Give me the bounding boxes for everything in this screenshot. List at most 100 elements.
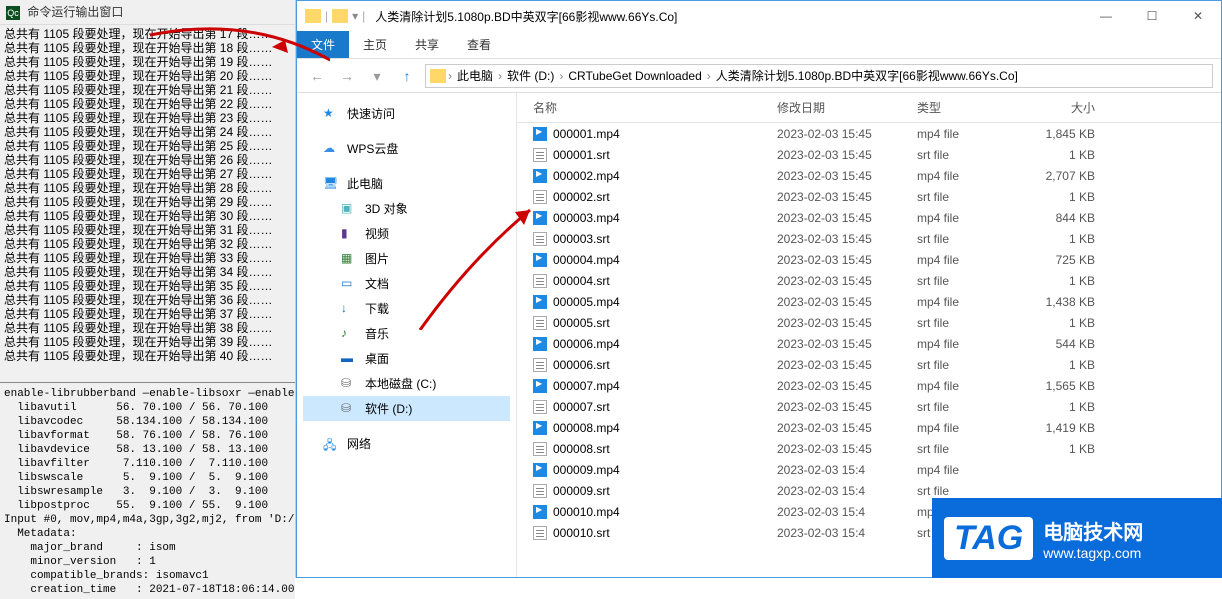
file-size: 1 KB — [1035, 274, 1115, 288]
console-line: 总共有 1105 段要处理，现在开始导出第 24 段…… — [4, 125, 291, 139]
file-type: mp4 file — [917, 379, 1035, 393]
file-row[interactable]: 000004.mp42023-02-03 15:45mp4 file725 KB — [517, 249, 1221, 270]
sidebar-item-pc[interactable]: 🖥此电脑 — [303, 171, 510, 196]
video-file-icon — [533, 505, 547, 519]
close-button[interactable]: ✕ — [1175, 1, 1221, 31]
file-date: 2023-02-03 15:45 — [777, 379, 917, 393]
file-size: 1 KB — [1035, 316, 1115, 330]
file-type: mp4 file — [917, 337, 1035, 351]
console-output[interactable]: 总共有 1105 段要处理，现在开始导出第 17 段……总共有 1105 段要处… — [0, 25, 295, 380]
crumb-drive[interactable]: 软件 (D:) — [504, 65, 557, 86]
sidebar-item-diskd[interactable]: ⛁软件 (D:) — [303, 396, 510, 421]
file-size: 725 KB — [1035, 253, 1115, 267]
sidebar-item-3d[interactable]: ▣3D 对象 — [303, 196, 510, 221]
explorer-titlebar[interactable]: | ▾ | 人类清除计划5.1080p.BD中英双字[66影视www.66Ys.… — [297, 1, 1221, 31]
sidebar-item-label: 此电脑 — [347, 175, 383, 192]
sidebar-item-diskc[interactable]: ⛁本地磁盘 (C:) — [303, 371, 510, 396]
header-size[interactable]: 大小 — [1035, 99, 1115, 116]
console-window: Qc 命令运行输出窗口 总共有 1105 段要处理，现在开始导出第 17 段……… — [0, 0, 296, 578]
watermark-label: TAG — [944, 517, 1033, 560]
subtitle-file-icon — [533, 232, 547, 246]
file-row[interactable]: 000006.srt2023-02-03 15:45srt file1 KB — [517, 354, 1221, 375]
sidebar-item-downloads[interactable]: ↓下载 — [303, 296, 510, 321]
address-bar[interactable]: › 此电脑 › 软件 (D:) › CRTubeGet Downloaded ›… — [425, 64, 1213, 88]
file-name: 000010.mp4 — [553, 505, 620, 519]
header-name[interactable]: 名称 — [517, 99, 777, 116]
header-date[interactable]: 修改日期 — [777, 99, 917, 116]
tab-home[interactable]: 主页 — [349, 31, 401, 58]
file-type: srt file — [917, 190, 1035, 204]
sidebar-item-label: 图片 — [365, 250, 389, 267]
console-titlebar[interactable]: Qc 命令运行输出窗口 — [0, 0, 295, 25]
file-row[interactable]: 000003.srt2023-02-03 15:45srt file1 KB — [517, 228, 1221, 249]
crumb-folder2[interactable]: 人类清除计划5.1080p.BD中英双字[66影视www.66Ys.Co] — [713, 65, 1021, 86]
sidebar-item-pictures[interactable]: ▦图片 — [303, 246, 510, 271]
file-name: 000004.srt — [553, 274, 610, 288]
console-line: 总共有 1105 段要处理，现在开始导出第 29 段…… — [4, 195, 291, 209]
maximize-button[interactable]: ☐ — [1129, 1, 1175, 31]
sidebar-item-label: 下载 — [365, 300, 389, 317]
subtitle-file-icon — [533, 358, 547, 372]
file-row[interactable]: 000007.mp42023-02-03 15:45mp4 file1,565 … — [517, 375, 1221, 396]
tab-file[interactable]: 文件 — [297, 31, 349, 58]
file-row[interactable]: 000007.srt2023-02-03 15:45srt file1 KB — [517, 396, 1221, 417]
folder-icon — [430, 69, 446, 83]
nav-forward-button[interactable]: → — [335, 64, 359, 88]
sidebar-item-wps[interactable]: ☁WPS云盘 — [303, 136, 510, 161]
file-name: 000009.srt — [553, 484, 610, 498]
qc-icon: Qc — [6, 6, 20, 20]
nav-back-button[interactable]: ← — [305, 64, 329, 88]
file-name: 000001.srt — [553, 148, 610, 162]
minimize-button[interactable]: — — [1083, 1, 1129, 31]
file-row[interactable]: 000002.srt2023-02-03 15:45srt file1 KB — [517, 186, 1221, 207]
nav-up-button[interactable]: ↑ — [395, 64, 419, 88]
file-type: srt file — [917, 232, 1035, 246]
tab-view[interactable]: 查看 — [453, 31, 505, 58]
subtitle-file-icon — [533, 484, 547, 498]
header-type[interactable]: 类型 — [917, 99, 1035, 116]
subtitle-file-icon — [533, 274, 547, 288]
file-name: 000007.srt — [553, 400, 610, 414]
file-row[interactable]: 000005.srt2023-02-03 15:45srt file1 KB — [517, 312, 1221, 333]
sidebar-item-desktop[interactable]: ▬桌面 — [303, 346, 510, 371]
file-row[interactable]: 000001.srt2023-02-03 15:45srt file1 KB — [517, 144, 1221, 165]
file-row[interactable]: 000009.mp42023-02-03 15:4mp4 file — [517, 459, 1221, 480]
file-row[interactable]: 000008.srt2023-02-03 15:45srt file1 KB — [517, 438, 1221, 459]
file-row[interactable]: 000001.mp42023-02-03 15:45mp4 file1,845 … — [517, 123, 1221, 144]
sidebar-item-quick[interactable]: ★快速访问 — [303, 101, 510, 126]
file-type: mp4 file — [917, 127, 1035, 141]
subtitle-file-icon — [533, 400, 547, 414]
file-row[interactable]: 000008.mp42023-02-03 15:45mp4 file1,419 … — [517, 417, 1221, 438]
file-size: 1 KB — [1035, 232, 1115, 246]
nav-recent-button[interactable]: ▾ — [365, 64, 389, 88]
qat-dd[interactable]: ▾ — [352, 9, 358, 23]
console-line: 总共有 1105 段要处理，现在开始导出第 23 段…… — [4, 111, 291, 125]
file-row[interactable]: 000003.mp42023-02-03 15:45mp4 file844 KB — [517, 207, 1221, 228]
music-icon: ♪ — [341, 326, 357, 342]
sidebar-item-video[interactable]: ▮视频 — [303, 221, 510, 246]
file-date: 2023-02-03 15:4 — [777, 526, 917, 540]
video-file-icon — [533, 253, 547, 267]
sidebar-item-music[interactable]: ♪音乐 — [303, 321, 510, 346]
column-headers: 名称 修改日期 类型 大小 — [517, 93, 1221, 123]
file-row[interactable]: 000002.mp42023-02-03 15:45mp4 file2,707 … — [517, 165, 1221, 186]
console-line: 总共有 1105 段要处理，现在开始导出第 36 段…… — [4, 293, 291, 307]
sidebar-item-label: 软件 (D:) — [365, 400, 412, 417]
ffmpeg-output[interactable]: enable-librubberband —enable-libsoxr —en… — [0, 385, 295, 599]
sidebar-item-documents[interactable]: ▭文档 — [303, 271, 510, 296]
crumb-folder1[interactable]: CRTubeGet Downloaded — [565, 67, 704, 85]
sidebar-item-network[interactable]: 🖧网络 — [303, 431, 510, 456]
sidebar-item-label: 3D 对象 — [365, 200, 408, 217]
tab-share[interactable]: 共享 — [401, 31, 453, 58]
subtitle-file-icon — [533, 526, 547, 540]
subtitle-file-icon — [533, 442, 547, 456]
file-row[interactable]: 000004.srt2023-02-03 15:45srt file1 KB — [517, 270, 1221, 291]
console-line: 总共有 1105 段要处理，现在开始导出第 18 段…… — [4, 41, 291, 55]
file-row[interactable]: 000006.mp42023-02-03 15:45mp4 file544 KB — [517, 333, 1221, 354]
console-line: 总共有 1105 段要处理，现在开始导出第 25 段…… — [4, 139, 291, 153]
file-size: 1,438 KB — [1035, 295, 1115, 309]
crumb-pc[interactable]: 此电脑 — [454, 65, 496, 86]
qat-sep: | — [362, 9, 365, 23]
network-icon: 🖧 — [323, 436, 339, 452]
file-row[interactable]: 000005.mp42023-02-03 15:45mp4 file1,438 … — [517, 291, 1221, 312]
